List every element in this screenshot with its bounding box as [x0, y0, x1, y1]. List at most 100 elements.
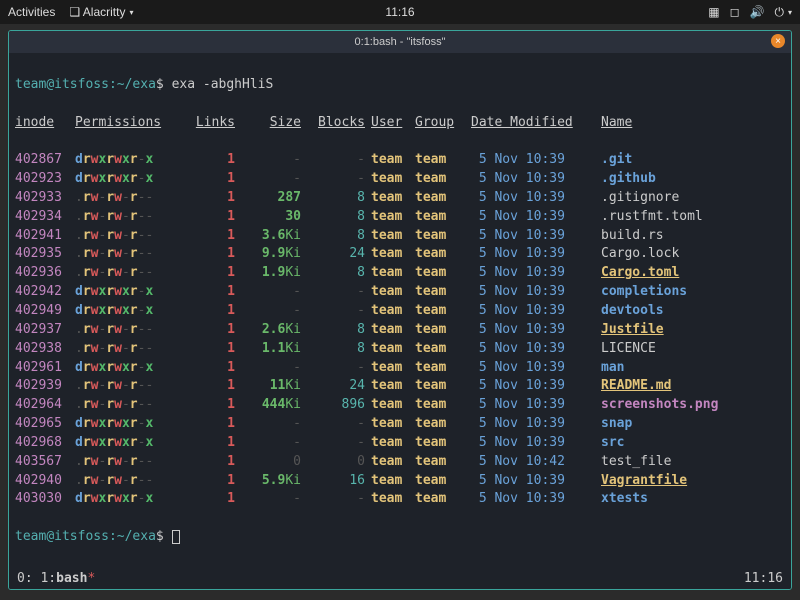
user: team	[365, 283, 415, 302]
power-icon[interactable]: ⏻▾	[774, 5, 792, 20]
date: 5 Nov 10:42	[465, 453, 595, 472]
date: 5 Nov 10:39	[465, 189, 595, 208]
date: 5 Nov 10:39	[465, 227, 595, 246]
blocks: 16	[301, 472, 365, 491]
inode: 402940	[15, 472, 75, 491]
statusbar-clock: 11:16	[744, 571, 783, 586]
cursor	[172, 530, 180, 544]
header-group: Group	[415, 114, 465, 133]
size: 1.1Ki	[235, 340, 301, 359]
header-links: Links	[185, 114, 235, 133]
file-row: 402934.rw-rw-r--1308teamteam 5 Nov 10:39…	[15, 208, 785, 227]
date: 5 Nov 10:39	[465, 208, 595, 227]
file-row: 402965drwxrwxr-x1--teamteam 5 Nov 10:39s…	[15, 415, 785, 434]
grid-icon[interactable]: ▦	[708, 5, 719, 19]
inode: 402867	[15, 151, 75, 170]
filename: xtests	[595, 490, 785, 509]
links: 1	[185, 170, 235, 189]
permissions: .rw-rw-r--	[75, 396, 185, 415]
group: team	[415, 396, 465, 415]
permissions: drwxrwxr-x	[75, 359, 185, 378]
filename: Cargo.toml	[595, 264, 785, 283]
desktop-topbar: Activities ❑ Alacritty▾ 11:16 ▦ ◻ 🔊 ⏻▾	[0, 0, 800, 24]
links: 1	[185, 396, 235, 415]
size: -	[235, 434, 301, 453]
links: 1	[185, 377, 235, 396]
group: team	[415, 302, 465, 321]
tmux-statusbar: 0: 1:bash* 11:16	[9, 567, 791, 589]
blocks: 896	[301, 396, 365, 415]
app-menu[interactable]: ❑ Alacritty▾	[69, 5, 133, 19]
close-icon[interactable]: ×	[771, 34, 785, 48]
date: 5 Nov 10:39	[465, 245, 595, 264]
file-row: 402937.rw-rw-r--12.6Ki8teamteam 5 Nov 10…	[15, 321, 785, 340]
filename: .gitignore	[595, 189, 785, 208]
file-row: 403567.rw-rw-r--100teamteam 5 Nov 10:42t…	[15, 453, 785, 472]
file-listing: 402867drwxrwxr-x1--teamteam 5 Nov 10:39.…	[15, 151, 785, 509]
inode: 402923	[15, 170, 75, 189]
size: -	[235, 302, 301, 321]
file-row: 402936.rw-rw-r--11.9Ki8teamteam 5 Nov 10…	[15, 264, 785, 283]
file-row: 402938.rw-rw-r--11.1Ki8teamteam 5 Nov 10…	[15, 340, 785, 359]
file-row: 402942drwxrwxr-x1--teamteam 5 Nov 10:39c…	[15, 283, 785, 302]
user: team	[365, 227, 415, 246]
inode: 403030	[15, 490, 75, 509]
statusbar-left: 0: 1:bash*	[17, 571, 95, 586]
window-icon[interactable]: ◻	[730, 5, 740, 19]
file-row: 402968drwxrwxr-x1--teamteam 5 Nov 10:39s…	[15, 434, 785, 453]
permissions: drwxrwxr-x	[75, 302, 185, 321]
inode: 402937	[15, 321, 75, 340]
inode: 403567	[15, 453, 75, 472]
group: team	[415, 227, 465, 246]
topbar-clock[interactable]: 11:16	[385, 5, 414, 19]
user: team	[365, 453, 415, 472]
group: team	[415, 245, 465, 264]
permissions: drwxrwxr-x	[75, 490, 185, 509]
date: 5 Nov 10:39	[465, 170, 595, 189]
date: 5 Nov 10:39	[465, 415, 595, 434]
date: 5 Nov 10:39	[465, 283, 595, 302]
date: 5 Nov 10:39	[465, 472, 595, 491]
speaker-icon[interactable]: 🔊	[750, 5, 765, 19]
links: 1	[185, 453, 235, 472]
inode: 402939	[15, 377, 75, 396]
filename: snap	[595, 415, 785, 434]
size: -	[235, 415, 301, 434]
group: team	[415, 189, 465, 208]
group: team	[415, 359, 465, 378]
user: team	[365, 377, 415, 396]
size: -	[235, 283, 301, 302]
window-titlebar: 0:1:bash - "itsfoss" ×	[9, 31, 791, 53]
date: 5 Nov 10:39	[465, 340, 595, 359]
filename: test_file	[595, 453, 785, 472]
links: 1	[185, 340, 235, 359]
header-user: User	[365, 114, 415, 133]
group: team	[415, 208, 465, 227]
permissions: drwxrwxr-x	[75, 434, 185, 453]
user: team	[365, 151, 415, 170]
user: team	[365, 245, 415, 264]
links: 1	[185, 283, 235, 302]
links: 1	[185, 472, 235, 491]
prompt-line-2: team@itsfoss:~/exa$	[15, 528, 785, 547]
filename: Vagrantfile	[595, 472, 785, 491]
blocks: 8	[301, 321, 365, 340]
size: 2.6Ki	[235, 321, 301, 340]
inode: 402941	[15, 227, 75, 246]
date: 5 Nov 10:39	[465, 377, 595, 396]
blocks: 24	[301, 245, 365, 264]
file-row: 403030drwxrwxr-x1--teamteam 5 Nov 10:39x…	[15, 490, 785, 509]
user: team	[365, 434, 415, 453]
blocks: -	[301, 359, 365, 378]
terminal-content[interactable]: team@itsfoss:~/exa$ exa -abghHliS inode …	[9, 53, 791, 567]
file-row: 402867drwxrwxr-x1--teamteam 5 Nov 10:39.…	[15, 151, 785, 170]
date: 5 Nov 10:39	[465, 359, 595, 378]
file-row: 402941.rw-rw-r--13.6Ki8teamteam 5 Nov 10…	[15, 227, 785, 246]
blocks: 24	[301, 377, 365, 396]
blocks: 8	[301, 227, 365, 246]
activities-button[interactable]: Activities	[8, 5, 55, 19]
group: team	[415, 377, 465, 396]
links: 1	[185, 189, 235, 208]
size: 3.6Ki	[235, 227, 301, 246]
group: team	[415, 321, 465, 340]
